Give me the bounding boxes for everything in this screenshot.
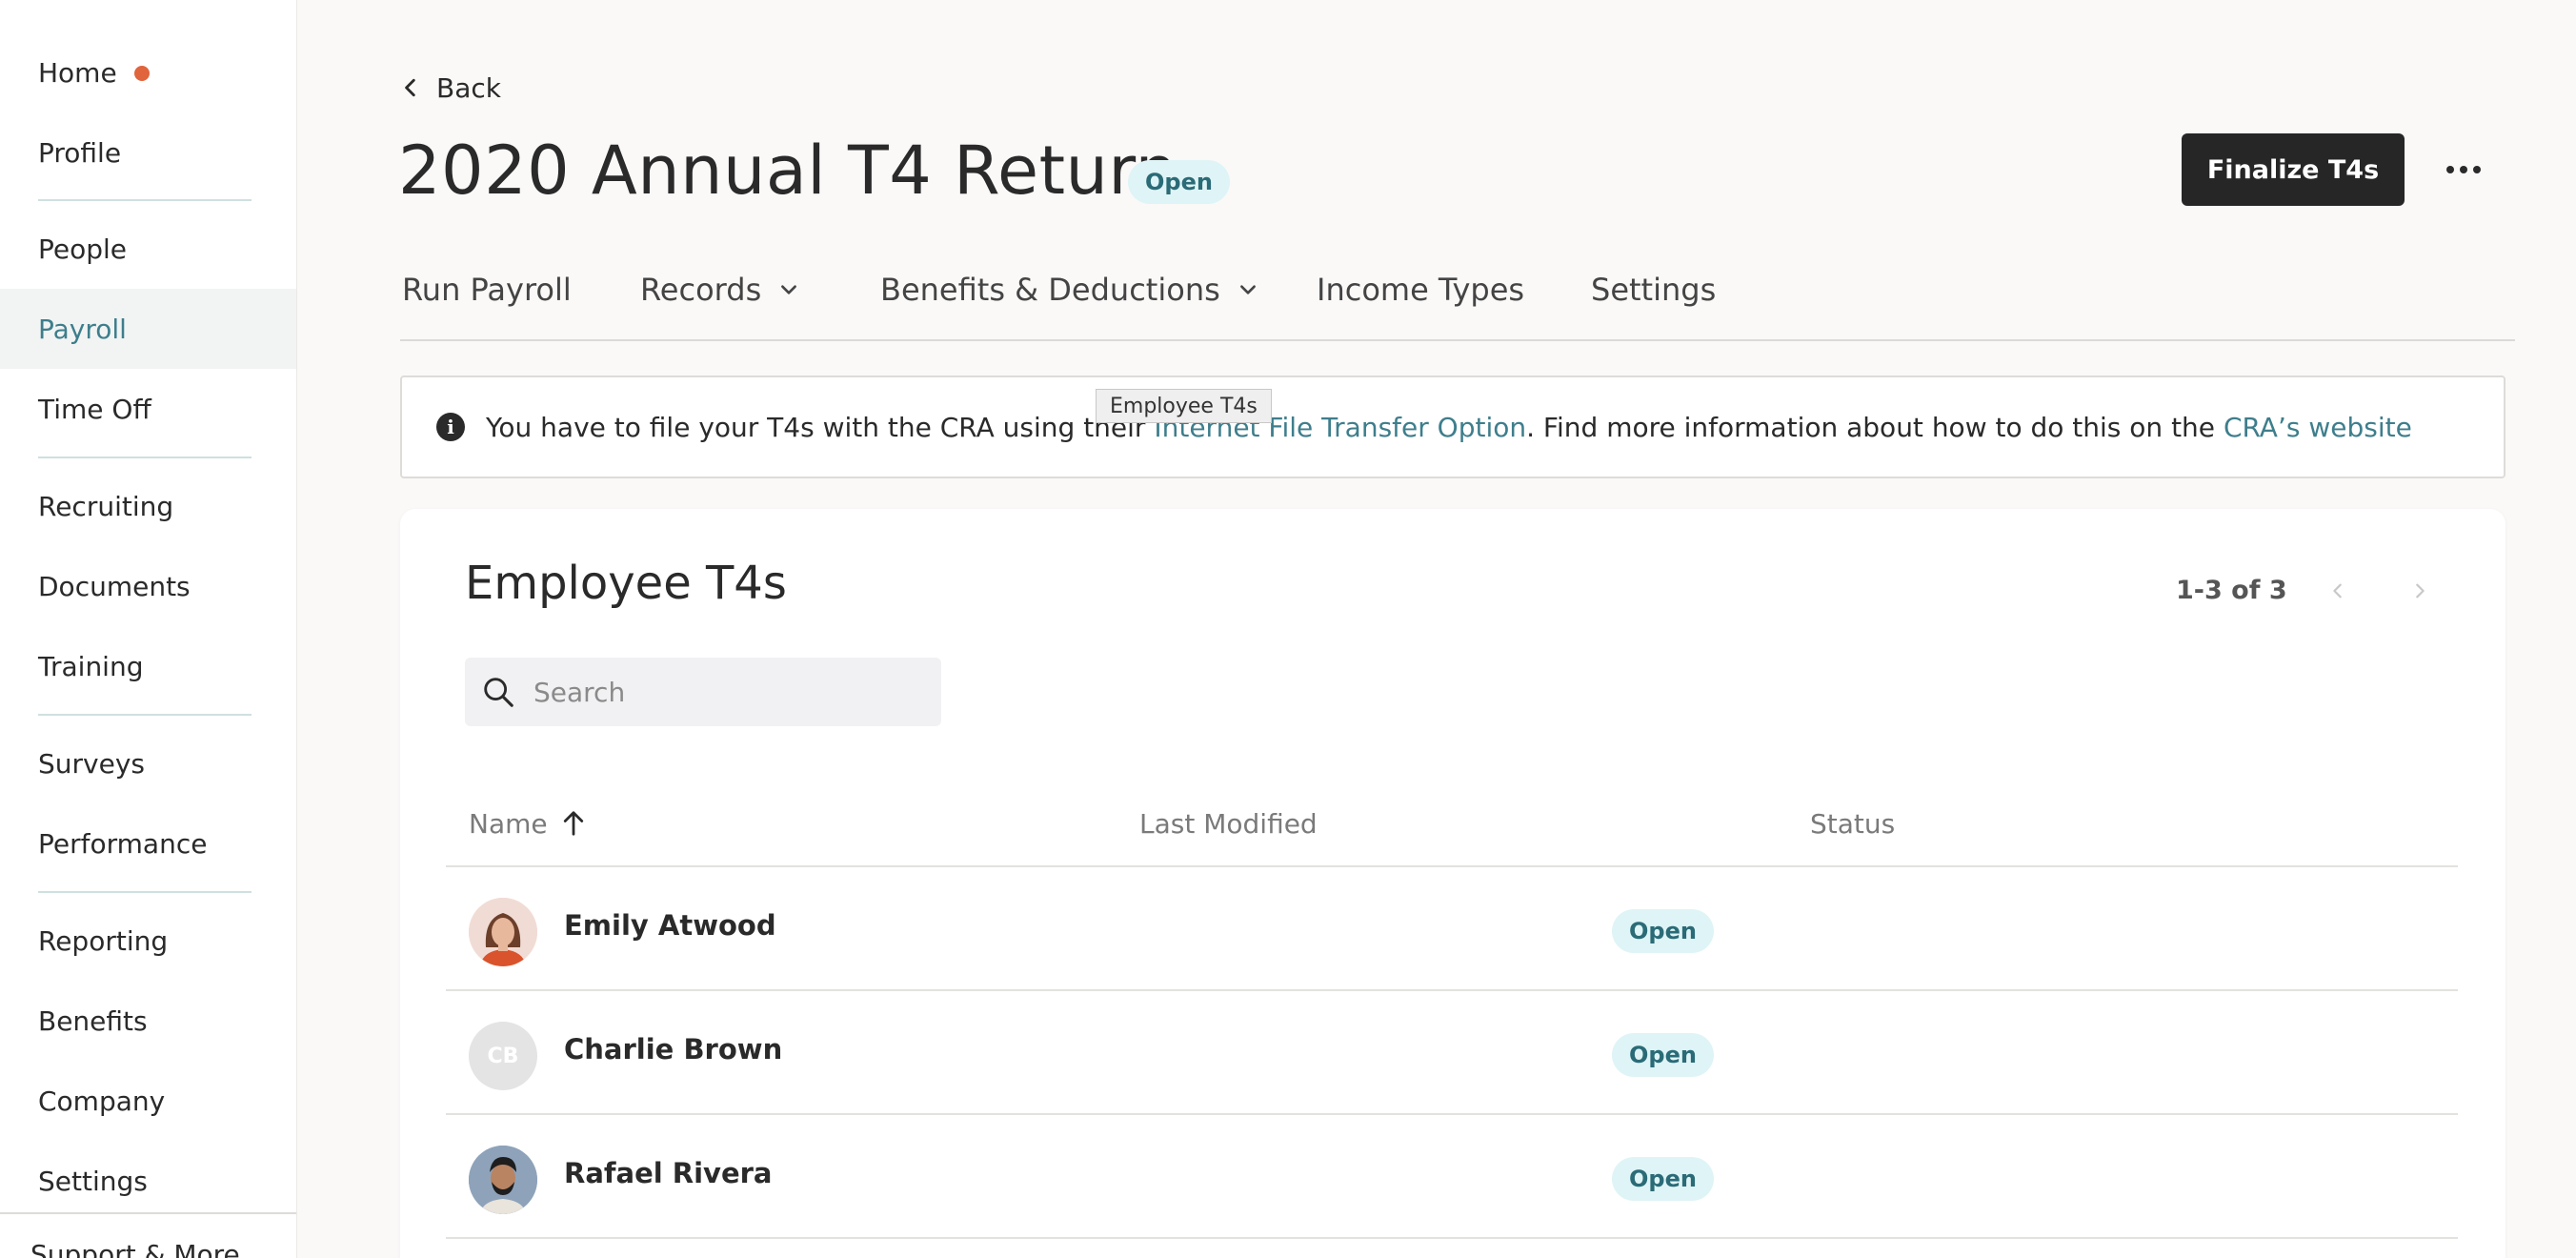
ellipsis-icon [2460, 166, 2467, 173]
sidebar-item-home[interactable]: Home [0, 32, 296, 112]
sidebar-item-label: Benefits [38, 1004, 148, 1037]
cra-website-link[interactable]: CRA’s website [2224, 412, 2412, 443]
sidebar-item-label: Surveys [38, 747, 145, 780]
arrow-up-icon [563, 811, 583, 836]
status-badge: Open [1612, 1157, 1714, 1201]
sidebar-item-benefits[interactable]: Benefits [0, 981, 296, 1061]
sidebar-divider [0, 1212, 296, 1214]
ellipsis-icon [2446, 166, 2454, 173]
tab-label: Settings [1591, 272, 1717, 308]
sidebar-item-label: Training [38, 650, 144, 682]
status-badge: Open [1612, 909, 1714, 953]
column-header-name[interactable]: Name [469, 801, 586, 846]
sidebar-divider [38, 457, 252, 458]
sidebar-item-documents[interactable]: Documents [0, 546, 296, 626]
chevron-right-icon [2416, 583, 2425, 599]
notification-dot [133, 66, 150, 81]
back-label: Back [436, 71, 501, 104]
sidebar-item-label: Reporting [38, 924, 169, 957]
tab-benefits-deductions[interactable]: Benefits & Deductions [880, 265, 1258, 314]
search-field[interactable] [465, 658, 941, 726]
sidebar-item-people[interactable]: People [0, 209, 296, 289]
card-title: Employee T4s [465, 557, 787, 610]
previous-page-button[interactable] [2319, 572, 2357, 610]
sidebar-item-training[interactable]: Training [0, 626, 296, 706]
sidebar-item-label: Time Off [38, 393, 151, 425]
sidebar-item-label: Settings [38, 1165, 148, 1197]
column-header-status[interactable]: Status [1810, 801, 1895, 846]
sidebar-divider [38, 199, 252, 201]
sidebar-item-support[interactable]: Support & More [30, 1239, 240, 1258]
column-header-label: Last Modified [1139, 807, 1318, 840]
table-row[interactable]: Rafael Rivera Open [446, 1115, 2458, 1237]
column-header-label: Status [1810, 807, 1896, 840]
banner-text-middle: . Find more information about how to do … [1526, 411, 2224, 443]
table-row[interactable]: Emily Atwood Open [446, 867, 2458, 989]
employee-name: Rafael Rivera [564, 1157, 773, 1189]
sidebar-item-label: Home [38, 56, 117, 89]
sidebar-item-payroll[interactable]: Payroll [0, 289, 296, 369]
sidebar-item-label: Performance [38, 827, 208, 860]
sidebar-item-time-off[interactable]: Time Off [0, 369, 296, 449]
status-badge: Open [1612, 1033, 1714, 1077]
ellipsis-icon [2473, 166, 2481, 173]
employee-name: Emily Atwood [564, 909, 776, 942]
avatar [469, 1146, 537, 1214]
more-options-button[interactable] [2439, 143, 2488, 196]
tab-label: Run Payroll [402, 272, 572, 308]
back-link[interactable]: Back [400, 67, 501, 109]
tooltip: Employee T4s [1096, 389, 1272, 423]
sidebar-item-performance[interactable]: Performance [0, 803, 296, 883]
tab-label: Benefits & Deductions [880, 272, 1220, 308]
avatar-photo [469, 1146, 537, 1214]
tab-records[interactable]: Records [640, 265, 799, 314]
column-header-label: Name [469, 807, 548, 840]
employee-name: Charlie Brown [564, 1033, 783, 1065]
chevron-down-icon [1239, 285, 1256, 294]
tab-label: Records [640, 272, 762, 308]
employee-t4s-card: Employee T4s 1-3 of 3 Name Last Modified… [400, 509, 2506, 1258]
sidebar-item-label: Company [38, 1085, 166, 1117]
info-banner: i You have to file your T4s with the CRA… [400, 375, 2506, 478]
avatar [469, 898, 537, 966]
pagination-count: 1-3 of 3 [2176, 576, 2287, 605]
page-title: 2020 Annual T4 Return [398, 132, 1178, 210]
column-header-last-modified[interactable]: Last Modified [1139, 801, 1318, 846]
tab-label: Income Types [1317, 272, 1525, 308]
sidebar-item-company[interactable]: Company [0, 1061, 296, 1141]
banner-text: You have to file your T4s with the CRA u… [486, 412, 2412, 443]
sidebar-item-settings[interactable]: Settings [0, 1141, 296, 1221]
table-divider [446, 1237, 2458, 1239]
avatar: CB [469, 1022, 537, 1090]
info-icon: i [436, 413, 465, 441]
sidebar-divider [38, 891, 252, 893]
status-badge: Open [1128, 160, 1230, 204]
sidebar-divider [38, 714, 252, 716]
sidebar-item-recruiting[interactable]: Recruiting [0, 466, 296, 546]
banner-text-before: You have to file your T4s with the CRA u… [486, 411, 1155, 443]
sidebar-item-label: Profile [38, 136, 122, 169]
sidebar-item-label: Documents [38, 570, 191, 602]
sidebar: Home Profile People Payroll Time Off Rec… [0, 0, 297, 1258]
avatar-photo [469, 898, 537, 966]
sidebar-item-reporting[interactable]: Reporting [0, 901, 296, 981]
sidebar-item-label: Payroll [38, 313, 127, 345]
tab-income-types[interactable]: Income Types [1317, 265, 1524, 314]
search-input[interactable] [533, 676, 915, 708]
chevron-left-icon [2333, 583, 2342, 599]
search-icon [484, 678, 513, 707]
tabs-divider [400, 339, 2515, 341]
tab-run-payroll[interactable]: Run Payroll [402, 265, 572, 314]
sidebar-item-label: Recruiting [38, 490, 174, 522]
tab-settings[interactable]: Settings [1591, 265, 1716, 314]
finalize-t4s-button[interactable]: Finalize T4s [2182, 133, 2405, 206]
chevron-down-icon [781, 285, 797, 294]
next-page-button[interactable] [2401, 572, 2439, 610]
sidebar-item-label: People [38, 233, 128, 265]
table-row[interactable]: CB Charlie Brown Open [446, 991, 2458, 1113]
sidebar-item-profile[interactable]: Profile [0, 112, 296, 193]
sidebar-item-surveys[interactable]: Surveys [0, 723, 296, 803]
chevron-left-icon [405, 78, 415, 97]
